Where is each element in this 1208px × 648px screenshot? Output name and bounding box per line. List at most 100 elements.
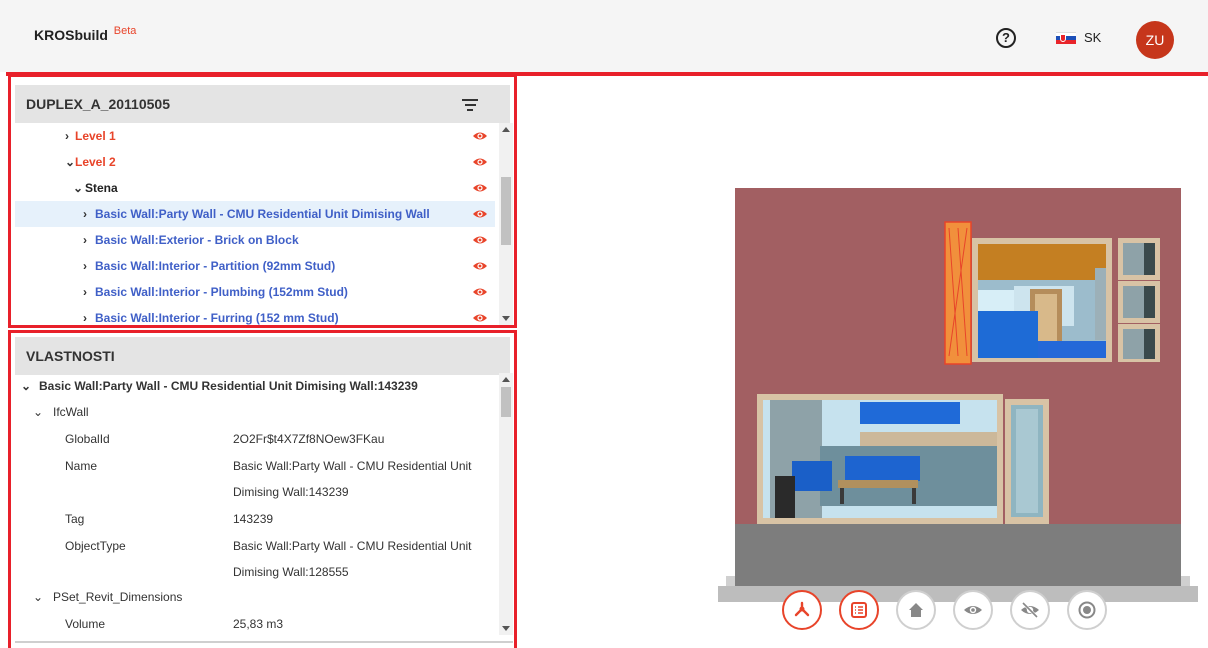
project-name: DUPLEX_A_20110505 bbox=[26, 96, 170, 112]
tree-item-label: Level 2 bbox=[75, 155, 116, 169]
beta-badge: Beta bbox=[113, 25, 137, 37]
tree-view-button[interactable] bbox=[782, 590, 822, 630]
chevron-right-icon[interactable]: › bbox=[65, 123, 69, 149]
chevron-right-icon[interactable]: › bbox=[83, 227, 87, 253]
chevron-right-icon[interactable]: › bbox=[83, 253, 87, 279]
chevron-right-icon[interactable]: › bbox=[83, 279, 87, 305]
visibility-eye-icon[interactable] bbox=[473, 182, 487, 194]
property-key: Name bbox=[65, 459, 98, 473]
visibility-eye-icon[interactable] bbox=[473, 156, 487, 168]
user-avatar[interactable]: ZU bbox=[1136, 21, 1174, 59]
property-row: GlobalId 2O2Fr$t4X7Zf8NOew3FKau bbox=[15, 426, 497, 452]
viewer-toolbar bbox=[782, 590, 1124, 630]
scroll-down-icon[interactable] bbox=[502, 626, 510, 631]
tree-item[interactable]: › Basic Wall:Interior - Partition (92mm S… bbox=[15, 253, 495, 279]
property-row: Name Basic Wall:Party Wall - CMU Residen… bbox=[15, 453, 497, 479]
isolate-icon bbox=[1078, 601, 1096, 619]
property-value: 2O2Fr$t4X7Zf8NOew3FKau bbox=[233, 432, 385, 446]
property-group-dimensions[interactable]: ⌄ PSet_Revit_Dimensions bbox=[33, 584, 182, 610]
scroll-up-icon[interactable] bbox=[502, 377, 510, 382]
group-name: PSet_Revit_Dimensions bbox=[53, 590, 183, 604]
properties-title: VLASTNOSTI bbox=[26, 348, 115, 364]
chevron-down-icon: ⌄ bbox=[33, 405, 44, 419]
chevron-down-icon[interactable]: ⌄ bbox=[73, 175, 83, 201]
help-icon[interactable]: ? bbox=[996, 28, 1016, 48]
slovak-flag-icon bbox=[1056, 31, 1076, 44]
chevron-down-icon: ⌄ bbox=[33, 590, 44, 604]
properties-panel: VLASTNOSTI ⌄ Basic Wall:Party Wall - CMU … bbox=[8, 330, 517, 648]
scroll-thumb[interactable] bbox=[501, 387, 511, 417]
element-name: Basic Wall:Party Wall - CMU Residential … bbox=[39, 379, 418, 393]
tree-item[interactable]: ⌄ Level 2 bbox=[15, 149, 495, 175]
model-tree-panel: DUPLEX_A_20110505 › Level 1 ⌄ Level 2 ⌄ Stena… bbox=[8, 74, 517, 328]
group-name: IfcWall bbox=[53, 405, 89, 419]
property-value: Dimising Wall:128555 bbox=[233, 565, 349, 579]
tree-item[interactable]: › Level 1 bbox=[15, 123, 495, 149]
property-key: ObjectType bbox=[65, 539, 126, 553]
tree-item-label: Basic Wall:Party Wall - CMU Residential … bbox=[95, 207, 430, 221]
scroll-up-icon[interactable] bbox=[502, 127, 510, 132]
property-group-ifcwall[interactable]: ⌄ IfcWall bbox=[33, 399, 89, 425]
visibility-eye-icon[interactable] bbox=[473, 286, 487, 298]
tree-item-label: Basic Wall:Interior - Furring (152 mm St… bbox=[95, 311, 339, 325]
properties-list-icon bbox=[851, 602, 867, 618]
show-button[interactable] bbox=[953, 590, 993, 630]
top-bar: KROSbuild Beta ? SK ZU bbox=[0, 0, 1208, 72]
visibility-eye-icon[interactable] bbox=[473, 130, 487, 142]
tree-item-label: Basic Wall:Interior - Plumbing (152mm St… bbox=[95, 285, 348, 299]
properties-list: ⌄ Basic Wall:Party Wall - CMU Residential… bbox=[15, 373, 497, 643]
app-name: KROSbuild bbox=[34, 27, 108, 43]
model-tree-header: DUPLEX_A_20110505 bbox=[15, 85, 510, 123]
eye-off-icon bbox=[1021, 601, 1039, 619]
building-model[interactable] bbox=[520, 76, 1208, 588]
tree-item[interactable]: › Basic Wall:Interior - Plumbing (152mm S… bbox=[15, 279, 495, 305]
property-key: GlobalId bbox=[65, 432, 110, 446]
visibility-eye-icon[interactable] bbox=[473, 234, 487, 246]
tree-item-label: Basic Wall:Exterior - Brick on Block bbox=[95, 233, 299, 247]
property-row-continued: Dimising Wall:143239 bbox=[15, 479, 497, 505]
scroll-down-icon[interactable] bbox=[502, 316, 510, 321]
property-key: Tag bbox=[65, 512, 85, 526]
scroll-thumb[interactable] bbox=[501, 177, 511, 245]
model-viewer[interactable] bbox=[520, 76, 1208, 648]
tree-item-label: Level 1 bbox=[75, 129, 116, 143]
chevron-down-icon: ⌄ bbox=[21, 379, 32, 393]
tree-scrollbar[interactable] bbox=[499, 123, 513, 325]
app-root: KROSbuild Beta ? SK ZU DUPLEX_A_20110505… bbox=[0, 0, 1208, 648]
home-view-button[interactable] bbox=[896, 590, 936, 630]
hide-button[interactable] bbox=[1010, 590, 1050, 630]
tree-item[interactable]: ⌄ Stena bbox=[15, 175, 495, 201]
property-row: Tag 143239 bbox=[15, 506, 497, 532]
property-value: Basic Wall:Party Wall - CMU Residential … bbox=[233, 459, 472, 473]
property-row: Volume 25,83 m3 bbox=[15, 611, 497, 637]
chevron-down-icon[interactable]: ⌄ bbox=[65, 149, 75, 175]
property-key: Volume bbox=[65, 617, 106, 631]
tree-item[interactable]: › Basic Wall:Interior - Furring (152 mm S… bbox=[15, 305, 495, 325]
chevron-right-icon[interactable]: › bbox=[83, 201, 87, 227]
property-row: ObjectType Basic Wall:Party Wall - CMU R… bbox=[15, 533, 497, 559]
panel-divider bbox=[15, 641, 513, 643]
visibility-eye-icon[interactable] bbox=[473, 312, 487, 324]
foundation bbox=[735, 524, 1181, 586]
chevron-right-icon[interactable]: › bbox=[83, 305, 87, 325]
visibility-eye-icon[interactable] bbox=[473, 208, 487, 220]
tree-item-label: Stena bbox=[85, 181, 118, 195]
eye-icon bbox=[964, 606, 982, 614]
language-switcher[interactable]: SK bbox=[1056, 30, 1101, 45]
tree-item[interactable]: › Basic Wall:Exterior - Brick on Block bbox=[15, 227, 495, 253]
app-logo[interactable]: KROSbuild Beta bbox=[34, 25, 137, 43]
property-value: Dimising Wall:143239 bbox=[233, 485, 349, 499]
properties-scrollbar[interactable] bbox=[499, 373, 513, 635]
tree-item-label: Basic Wall:Interior - Partition (92mm St… bbox=[95, 259, 336, 273]
tree-icon bbox=[794, 601, 810, 617]
properties-header: VLASTNOSTI bbox=[15, 337, 510, 375]
tree-item[interactable]: › Basic Wall:Party Wall - CMU Residential… bbox=[15, 201, 495, 227]
visibility-eye-icon[interactable] bbox=[473, 260, 487, 272]
property-element-row[interactable]: ⌄ Basic Wall:Party Wall - CMU Residential… bbox=[21, 373, 418, 399]
filter-icon[interactable] bbox=[462, 99, 478, 114]
properties-button[interactable] bbox=[839, 590, 879, 630]
property-value: 25,83 m3 bbox=[233, 617, 284, 631]
model-tree-list: › Level 1 ⌄ Level 2 ⌄ Stena › Basic Wall:Party … bbox=[15, 123, 495, 325]
isolate-button[interactable] bbox=[1067, 590, 1107, 630]
property-row-continued: Dimising Wall:128555 bbox=[15, 559, 497, 585]
